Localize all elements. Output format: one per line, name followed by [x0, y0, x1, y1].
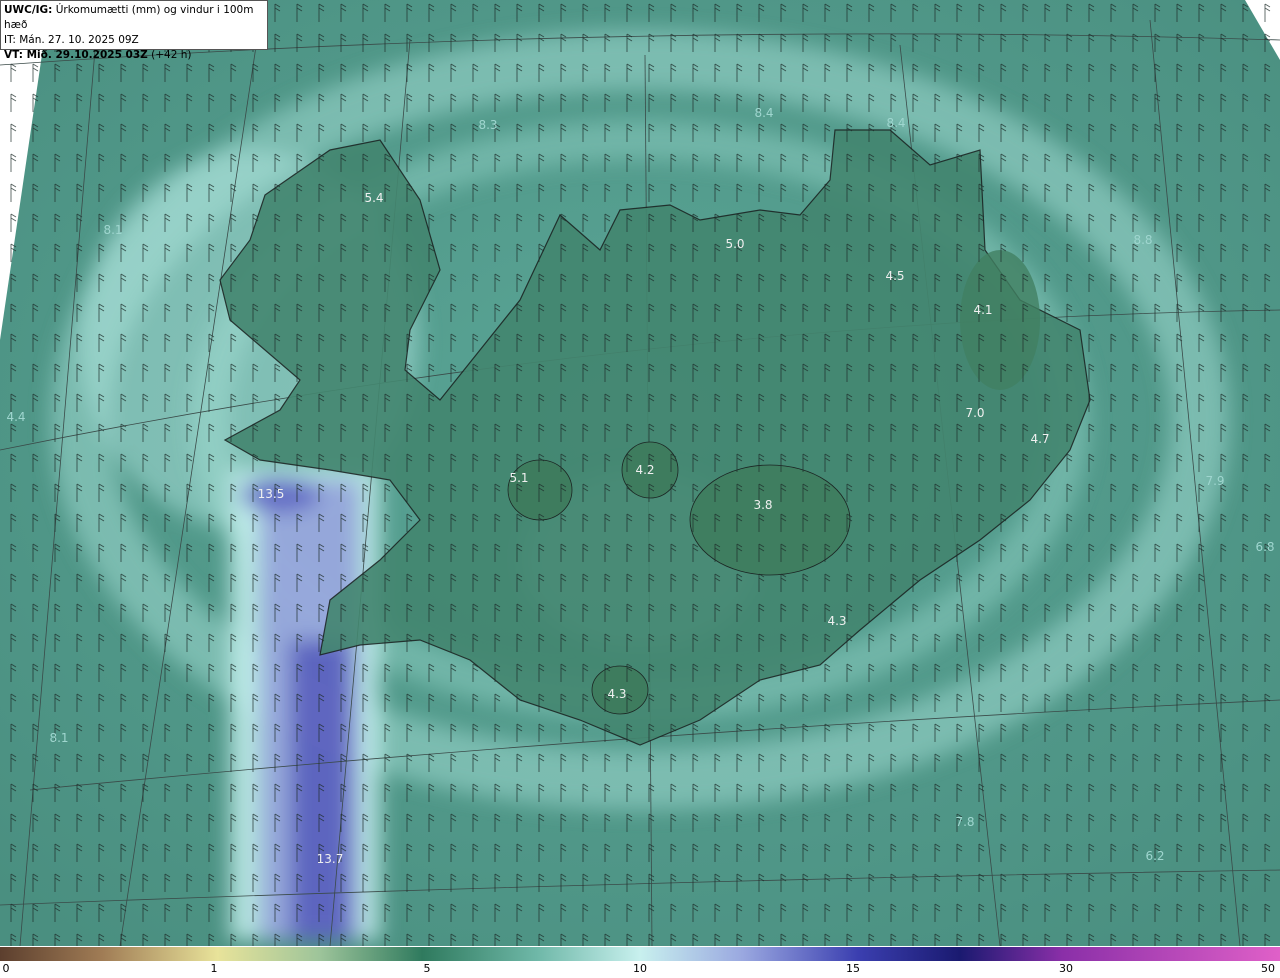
map-label: 5.0: [725, 237, 744, 251]
map-label: 6.8: [1255, 540, 1274, 554]
colorbar-tick: 1: [210, 962, 218, 975]
map-label: 4.7: [1030, 432, 1049, 446]
map-label: 4.5: [885, 269, 904, 283]
map-label: 5.4: [364, 191, 383, 205]
colorbar-tick: 50: [1261, 962, 1275, 975]
map-label: 8.1: [103, 223, 122, 237]
map-label: 7.8: [955, 815, 974, 829]
precipitation-wind-map: 5.4 8.1 5.0 4.5 4.1 7.0 4.7 4.2 5.1 13.5…: [0, 0, 1280, 947]
map-label: 4.2: [635, 463, 654, 477]
colorbar-gradient: [0, 947, 1280, 961]
title-line: UWC/IG: Úrkomumætti (mm) og vindur i 100…: [4, 3, 264, 33]
map-label: 4.4: [6, 410, 25, 424]
map-header-box: UWC/IG: Úrkomumætti (mm) og vindur i 100…: [0, 0, 268, 61]
colorbar-tick: 5: [423, 962, 431, 975]
map-label: 13.7: [317, 852, 344, 866]
colorbar-tick: 0: [2, 962, 10, 975]
model-name: UWC/IG:: [4, 4, 53, 16]
colorbar-tick: 15: [846, 962, 860, 975]
init-time: IT: Mán. 27. 10. 2025 09Z: [4, 34, 139, 46]
map-label: 4.1: [973, 303, 992, 317]
map-label: 4.3: [827, 614, 846, 628]
map-label: 8.4: [754, 106, 773, 120]
map-label: 7.9: [1205, 474, 1224, 488]
map-label: 7.0: [965, 406, 984, 420]
colorbar-tick: 30: [1059, 962, 1073, 975]
map-label: 8.3: [478, 118, 497, 132]
map-label: 8.4: [886, 116, 905, 130]
valid-time: VT: Mið. 29.10.2025 03Z: [4, 49, 148, 61]
colorbar: 0 1 5 10 15 30 50: [0, 946, 1280, 978]
map-label: 8.1: [49, 731, 68, 745]
colorbar-tick: 10: [633, 962, 647, 975]
map-label: 13.5: [258, 487, 285, 501]
map-label: 8.8: [1133, 233, 1152, 247]
valid-time-line: VT: Mið. 29.10.2025 03Z (+42 h): [4, 48, 264, 63]
map-label: 3.8: [753, 498, 772, 512]
map-label: 5.1: [509, 471, 528, 485]
map-label: 4.3: [607, 687, 626, 701]
lead-time: (+42 h): [151, 49, 192, 61]
map-label: 6.2: [1145, 849, 1164, 863]
